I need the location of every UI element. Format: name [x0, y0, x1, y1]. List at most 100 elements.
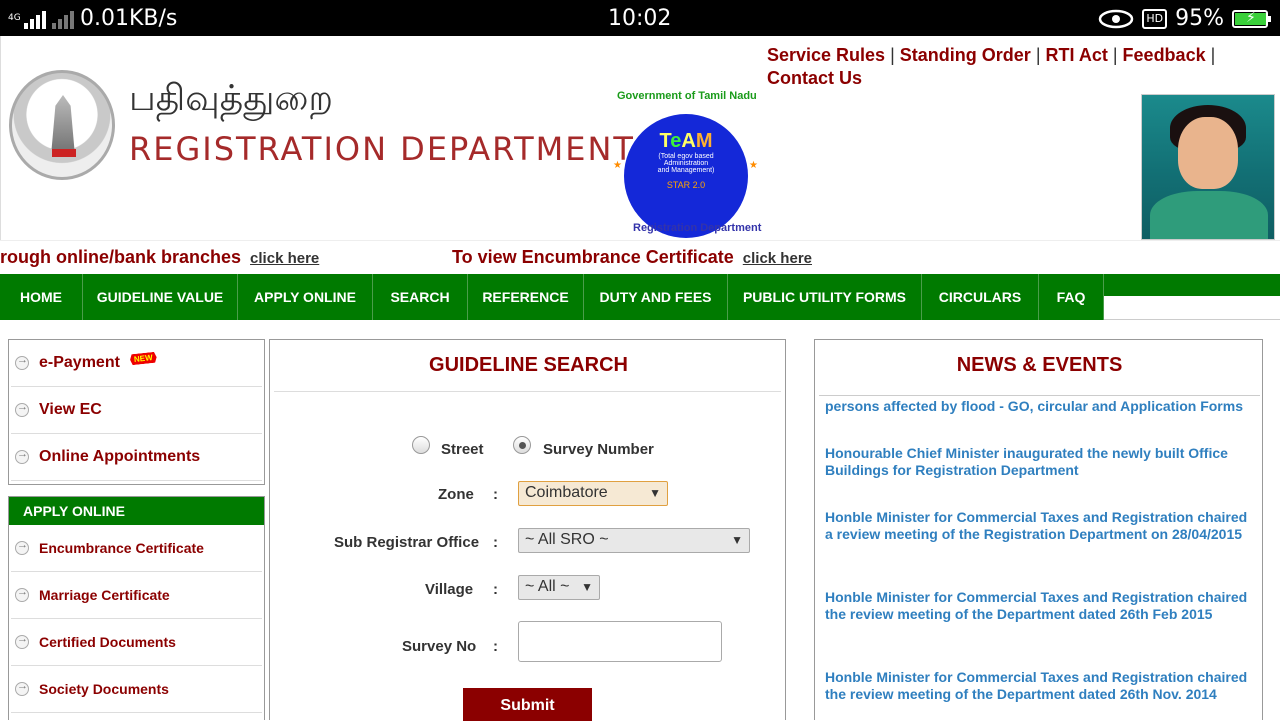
battery-percent: 95%	[1175, 6, 1224, 31]
arrow-right-icon	[15, 448, 29, 464]
survey-no-input[interactable]	[518, 621, 722, 662]
dropdown-caret-icon: ▼	[731, 533, 743, 547]
hd-icon: HD	[1142, 8, 1168, 29]
apply-online-panel: APPLY ONLINE Encumbrance Certificate Mar…	[8, 496, 265, 720]
submit-button[interactable]: Submit	[463, 688, 592, 721]
village-label: Village	[425, 581, 474, 598]
marquee-link-1[interactable]: click here	[250, 250, 319, 267]
zone-select-value: Coimbatore	[525, 484, 608, 501]
apply-item-label: Society Documents	[39, 681, 169, 697]
nav-public-utility-forms[interactable]: PUBLIC UTILITY FORMS	[728, 274, 922, 320]
tamilnadu-emblem-logo	[9, 70, 115, 180]
tamil-title: பதிவுத்துறை	[129, 78, 333, 119]
nav-apply-online[interactable]: APPLY ONLINE	[238, 274, 373, 320]
arrow-right-icon	[15, 539, 29, 555]
arrow-right-icon	[15, 680, 29, 696]
marquee-text-2: To view Encumbrance Certificate	[452, 247, 734, 267]
arrow-right-icon	[15, 633, 29, 649]
team-star: STAR 2.0	[666, 180, 706, 190]
quick-link-epayment[interactable]: e-Payment NEW	[11, 340, 262, 387]
nav-reference[interactable]: REFERENCE	[468, 274, 584, 320]
arrow-right-icon	[15, 354, 29, 370]
sro-select[interactable]: ~ All SRO ~ ▼	[518, 528, 750, 553]
nav-guideline-value[interactable]: GUIDELINE VALUE	[83, 274, 238, 320]
signal-icon	[24, 9, 46, 29]
survey-number-radio[interactable]	[513, 436, 531, 454]
guideline-search-panel: GUIDELINE SEARCH Street Survey Number Zo…	[269, 339, 786, 721]
team-arc-bottom: Registration Department	[633, 222, 762, 234]
nav-home[interactable]: HOME	[0, 274, 83, 320]
team-logo: Government of Tamil Nadu ★ ★ TeAM (Total…	[607, 88, 767, 238]
colon: :	[493, 581, 498, 598]
status-bar: 4G 0.01KB/s 10:02 HD 95% ⚡	[0, 0, 1280, 36]
net-speed: 0.01KB/s	[80, 6, 178, 31]
quick-link-label: Online Appointments	[39, 448, 201, 465]
news-events-panel: NEWS & EVENTS persons affected by flood …	[814, 339, 1263, 720]
quick-link-view-ec[interactable]: View EC	[11, 387, 262, 434]
marquee-item-1: rough online/bank branches click here	[0, 247, 319, 268]
link-rti-act[interactable]: RTI Act	[1046, 45, 1108, 65]
news-item[interactable]: Honble Minister for Commercial Taxes and…	[825, 509, 1255, 543]
link-service-rules[interactable]: Service Rules	[767, 45, 885, 65]
nav-search[interactable]: SEARCH	[373, 274, 468, 320]
nav-circulars[interactable]: CIRCULARS	[922, 274, 1039, 320]
news-item[interactable]: Honourable Chief Minister inaugurated th…	[825, 445, 1255, 479]
colon: :	[493, 534, 498, 551]
nav-extra-strip	[1104, 274, 1280, 296]
apply-item-label: Certified Documents	[39, 634, 176, 650]
arrow-right-icon	[15, 401, 29, 417]
news-item[interactable]: Honble Minister for Commercial Taxes and…	[825, 669, 1255, 703]
arrow-right-icon	[15, 586, 29, 602]
village-select-value: ~ All ~	[525, 578, 570, 595]
guideline-search-title: GUIDELINE SEARCH	[429, 354, 628, 376]
main-nav: HOME GUIDELINE VALUE APPLY ONLINE SEARCH…	[0, 274, 1280, 320]
quick-link-label: e-Payment	[39, 354, 120, 371]
team-sub1: (Total egov based	[658, 153, 714, 160]
news-scroll-area[interactable]: persons affected by flood - GO, circular…	[815, 396, 1262, 720]
star-icon: ★	[613, 160, 622, 171]
apply-society-documents[interactable]: Society Documents	[11, 666, 262, 713]
link-feedback[interactable]: Feedback	[1123, 45, 1206, 65]
team-arc-top: Government of Tamil Nadu	[617, 90, 757, 102]
sro-select-value: ~ All SRO ~	[525, 531, 609, 548]
signal-secondary-icon	[52, 9, 74, 29]
colon: :	[493, 638, 498, 655]
marquee-text-1: rough online/bank branches	[0, 247, 242, 267]
colon: :	[493, 486, 498, 503]
sro-label: Sub Registrar Office	[334, 534, 480, 551]
village-select[interactable]: ~ All ~ ▼	[518, 575, 600, 600]
quick-links-panel: e-Payment NEW View EC Online Appointment…	[8, 339, 265, 485]
zone-select[interactable]: Coimbatore ▼	[518, 481, 668, 506]
new-badge: NEW	[129, 351, 157, 365]
survey-no-label: Survey No	[402, 638, 477, 655]
team-circle: TeAM (Total egov based Administration an…	[624, 114, 748, 238]
link-contact-us[interactable]: Contact Us	[767, 68, 862, 88]
quick-link-online-appointments[interactable]: Online Appointments	[11, 434, 262, 481]
news-events-title: NEWS & EVENTS	[956, 354, 1123, 376]
apply-item-label: Marriage Certificate	[39, 587, 170, 603]
street-radio[interactable]	[412, 436, 430, 454]
nav-faq[interactable]: FAQ	[1039, 274, 1104, 320]
team-sub3: and Management)	[657, 167, 715, 174]
zone-label: Zone	[438, 486, 474, 503]
street-radio-label: Street	[441, 441, 484, 458]
team-name: TeAM	[659, 130, 713, 152]
network-type: 4G	[8, 13, 21, 23]
marquee-item-2: To view Encumbrance Certificate click he…	[452, 247, 812, 268]
nav-bar: HOME GUIDELINE VALUE APPLY ONLINE SEARCH…	[0, 274, 1104, 320]
site-header: பதிவுத்துறை REGISTRATION DEPARTMENT Serv…	[0, 36, 1280, 240]
nav-duty-and-fees[interactable]: DUTY AND FEES	[584, 274, 728, 320]
status-left: 4G 0.01KB/s	[8, 6, 177, 31]
news-item[interactable]: Honble Minister for Commercial Taxes and…	[825, 589, 1255, 623]
marquee-banner: rough online/bank branches click here To…	[0, 240, 1280, 274]
apply-certified-documents[interactable]: Certified Documents	[11, 619, 262, 666]
chief-minister-photo	[1141, 94, 1275, 240]
link-standing-order[interactable]: Standing Order	[900, 45, 1031, 65]
quick-link-label: View EC	[39, 401, 102, 418]
survey-number-radio-label: Survey Number	[543, 441, 654, 458]
news-item[interactable]: persons affected by flood - GO, circular…	[825, 398, 1255, 415]
marquee-link-2[interactable]: click here	[743, 250, 812, 267]
apply-encumbrance-certificate[interactable]: Encumbrance Certificate	[11, 525, 262, 572]
apply-marriage-certificate[interactable]: Marriage Certificate	[11, 572, 262, 619]
team-sub2: Administration	[663, 160, 709, 167]
